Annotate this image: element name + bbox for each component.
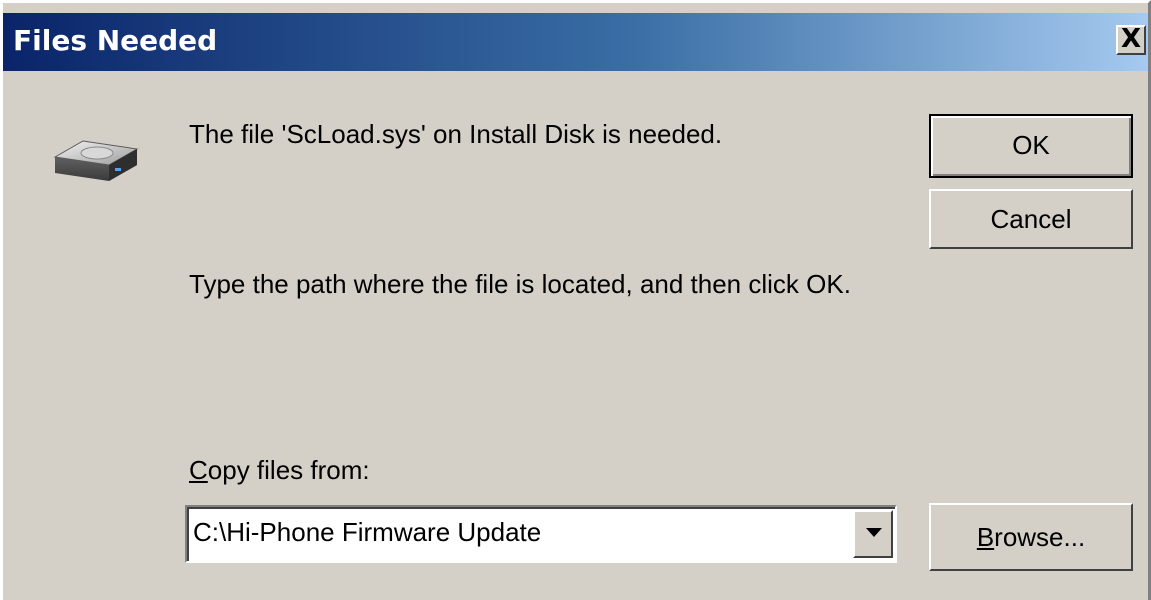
close-icon: X <box>1120 24 1142 54</box>
disk-drive-icon <box>53 140 139 181</box>
close-button[interactable]: X <box>1116 25 1146 55</box>
file-needed-message: The file 'ScLoad.sys' on Install Disk is… <box>189 119 723 149</box>
browse-mnemonic: B <box>976 522 995 552</box>
copy-files-from-label: Copy files from: <box>189 453 370 488</box>
title-bar[interactable]: Files Needed X <box>3 13 1148 71</box>
instruction-message: Type the path where the file is located,… <box>189 269 851 299</box>
files-needed-dialog: Files Needed X The file 'ScLoad.sys' on … <box>0 0 1151 600</box>
path-value[interactable]: C:\Hi-Phone Firmware Update <box>193 517 541 548</box>
copy-label-mnemonic: C <box>189 455 208 485</box>
cancel-button[interactable]: Cancel <box>929 189 1133 249</box>
window-title: Files Needed <box>13 24 218 57</box>
copy-files-from-combobox[interactable]: C:\Hi-Phone Firmware Update <box>185 505 897 563</box>
dropdown-button[interactable] <box>853 510 893 558</box>
ok-button[interactable]: OK <box>929 114 1133 178</box>
copy-label-text: opy files from: <box>207 455 370 485</box>
browse-button[interactable]: Browse... <box>929 503 1133 571</box>
browse-label: rowse... <box>994 522 1086 552</box>
